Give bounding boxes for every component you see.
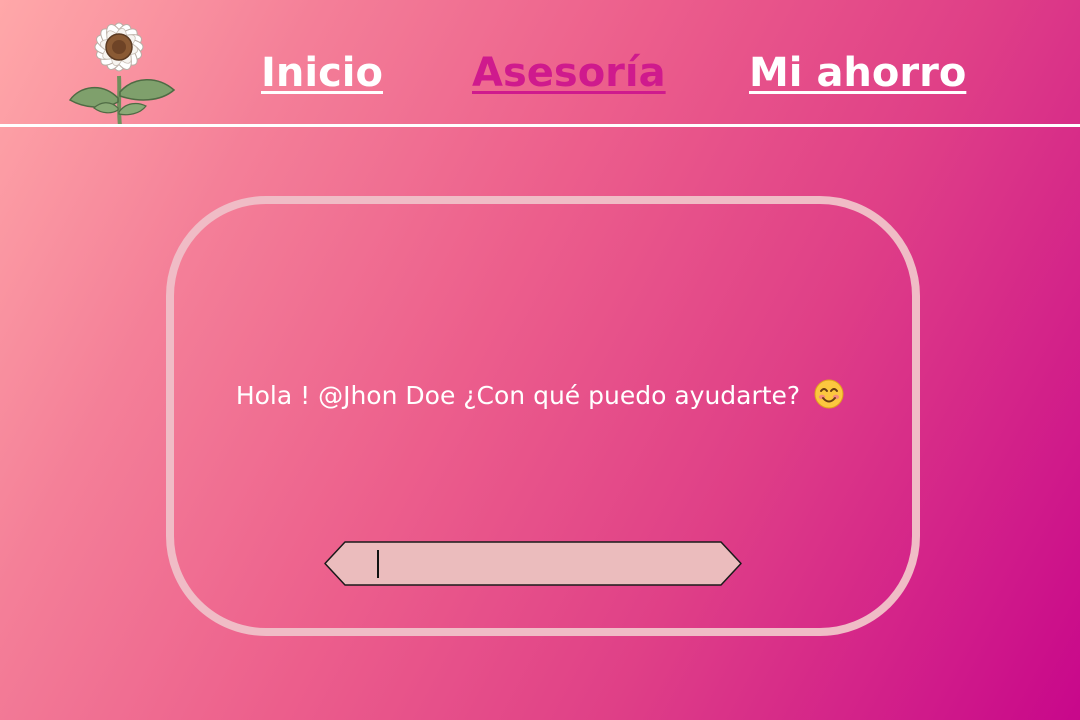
- text-caret: [377, 550, 379, 578]
- chat-message-input[interactable]: [357, 546, 711, 583]
- header-divider: [0, 124, 1080, 127]
- chat-greeting: Hola ! @Jhon Doe ¿Con qué puedo ayudarte…: [0, 378, 1080, 414]
- nav-link-asesoria[interactable]: Asesoría: [472, 46, 666, 100]
- main-nav: Inicio Asesoría Mi ahorro: [0, 46, 1080, 102]
- nav-link-inicio[interactable]: Inicio: [261, 46, 383, 100]
- chat-input-container: [323, 541, 743, 586]
- greeting-text: Hola ! @Jhon Doe ¿Con qué puedo ayudarte…: [235, 381, 801, 410]
- nav-link-mi-ahorro[interactable]: Mi ahorro: [749, 46, 966, 100]
- smiling-face-icon: [814, 379, 844, 409]
